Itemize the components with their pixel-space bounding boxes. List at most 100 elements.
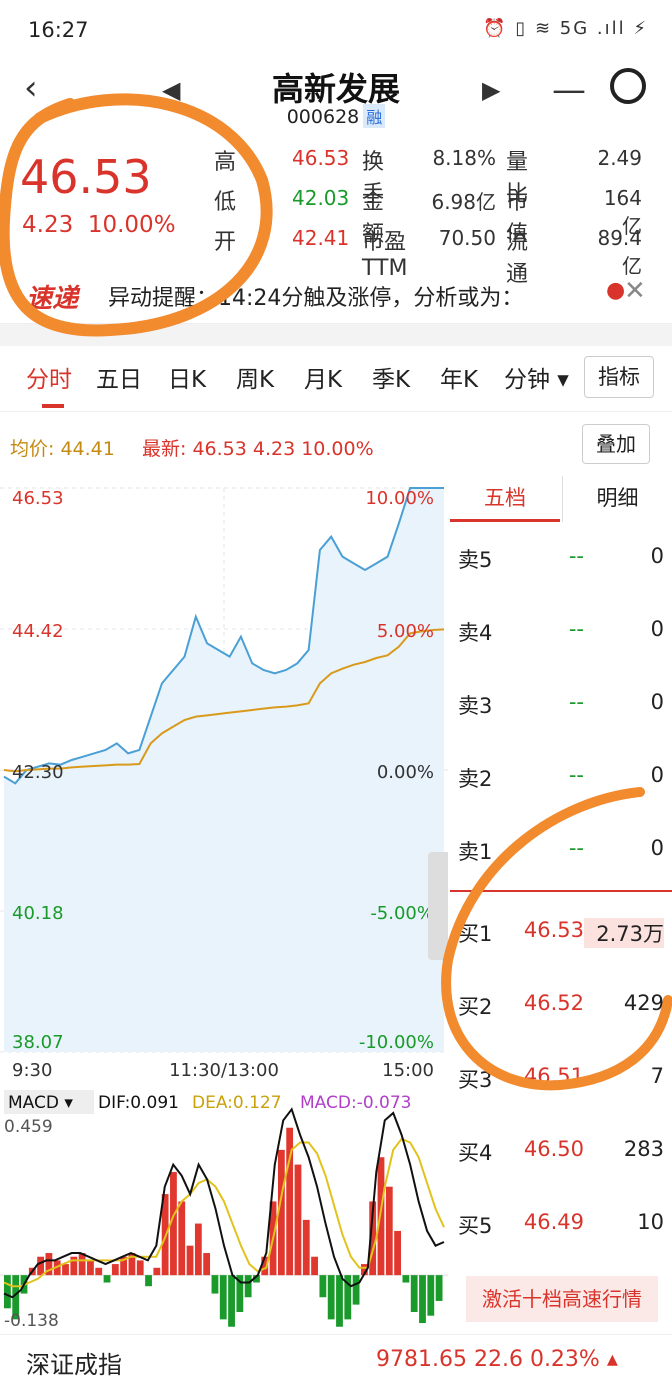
y-tick-left: 42.30 bbox=[12, 762, 64, 783]
x-tick: 9:30 bbox=[12, 1060, 52, 1081]
macd-bar bbox=[352, 1275, 360, 1305]
alert-dot-icon: ● bbox=[606, 278, 626, 303]
macd-bar bbox=[327, 1275, 335, 1320]
stat-value: 42.03 bbox=[292, 186, 350, 210]
macd-bar bbox=[311, 1256, 318, 1276]
index-name: 深证成指 bbox=[26, 1351, 122, 1379]
level-label: 卖2 bbox=[458, 767, 493, 791]
macd-bar bbox=[203, 1253, 211, 1276]
level-label: 买1 bbox=[458, 922, 493, 946]
macd-bar bbox=[336, 1275, 343, 1327]
macd-macd-value: MACD:-0.073 bbox=[300, 1093, 412, 1113]
tab-five-levels[interactable]: 五档 bbox=[450, 476, 560, 522]
tab-7[interactable]: 分钟 ▾ bbox=[504, 360, 569, 394]
macd-dea-value: DEA:0.127 bbox=[192, 1093, 282, 1113]
macd-bar bbox=[62, 1264, 69, 1276]
macd-bar bbox=[385, 1186, 393, 1276]
macd-bar bbox=[419, 1275, 426, 1324]
y-tick-left: 46.53 bbox=[12, 488, 64, 509]
stat-value: 2.49 bbox=[597, 146, 642, 170]
macd-bar bbox=[87, 1260, 94, 1276]
tab-6[interactable]: 年K bbox=[440, 360, 478, 394]
tab-details[interactable]: 明细 bbox=[562, 476, 672, 522]
macd-bar bbox=[103, 1275, 111, 1283]
y-tick-right: -5.00% bbox=[370, 903, 434, 924]
close-icon[interactable]: ✕ bbox=[624, 276, 646, 306]
level-label: 买3 bbox=[458, 1068, 493, 1092]
alert-text[interactable]: 异动提醒：14:24分触及涨停，分析或为： bbox=[108, 280, 523, 312]
y-tick-right: 5.00% bbox=[377, 621, 434, 642]
macd-selector: MACD ▾ bbox=[8, 1093, 73, 1113]
macd-bar bbox=[211, 1275, 219, 1294]
search-icon[interactable] bbox=[610, 68, 646, 104]
level-volume: 10 bbox=[637, 1210, 664, 1234]
level-volume: 2.73万 bbox=[584, 918, 664, 948]
ask-row[interactable]: 卖2 -- 0 bbox=[450, 741, 672, 813]
macd-bar bbox=[4, 1275, 11, 1309]
ask-row[interactable]: 卖1 -- 0 bbox=[450, 814, 672, 886]
level-price: 46.53 bbox=[523, 918, 584, 942]
level-label: 卖1 bbox=[458, 840, 493, 864]
macd-bar bbox=[186, 1245, 194, 1276]
overlay-button[interactable]: 叠加 bbox=[582, 424, 650, 464]
stat-label: 高 bbox=[214, 150, 237, 175]
indicator-button[interactable]: 指标 bbox=[584, 356, 654, 398]
macd-bar bbox=[145, 1275, 152, 1287]
macd-bottom-tick: -0.138 bbox=[4, 1311, 59, 1331]
x-tick: 15:00 bbox=[382, 1060, 434, 1081]
bid-row[interactable]: 买3 46.51 7 bbox=[450, 1042, 672, 1114]
bid-row[interactable]: 买4 46.50 283 bbox=[450, 1115, 672, 1187]
chart-summary: 均价: 44.41 最新: 46.53 4.23 10.00% bbox=[0, 420, 672, 470]
activate-level10-button[interactable]: 激活十档高速行情 bbox=[466, 1276, 658, 1322]
bid-row[interactable]: 买5 46.49 10 bbox=[450, 1188, 672, 1260]
x-tick: 11:30/13:00 bbox=[169, 1060, 279, 1081]
tab-3[interactable]: 周K bbox=[236, 360, 274, 394]
menu-icon[interactable]: — bbox=[552, 70, 586, 110]
stat-value: 8.18% bbox=[432, 146, 496, 170]
tab-5[interactable]: 季K bbox=[372, 360, 410, 394]
macd-bar bbox=[377, 1157, 385, 1276]
level-label: 买5 bbox=[458, 1214, 493, 1238]
level-price: -- bbox=[568, 544, 584, 568]
index-value: 9781.65 22.6 0.23% ▴ bbox=[376, 1347, 618, 1372]
bid-row[interactable]: 买1 46.53 2.73万 bbox=[450, 896, 672, 968]
price-change: 4.23 10.00% bbox=[22, 212, 176, 238]
next-stock-icon[interactable]: ▶ bbox=[482, 76, 500, 104]
current-price: 46.53 bbox=[20, 150, 152, 204]
quote-panel: 46.53 4.23 10.00% 高 46.53 换手 8.18% 量比 2.49 低 42… bbox=[0, 140, 672, 287]
macd-top-tick: 0.459 bbox=[4, 1117, 53, 1137]
level-price: 46.49 bbox=[523, 1210, 584, 1234]
level-volume: 7 bbox=[650, 1064, 664, 1088]
chart-tabs: 分时 五日 日K 周K 月K 季K 年K 分钟 ▾ 指标 bbox=[0, 346, 672, 412]
intraday-chart[interactable]: 46.53 44.42 42.30 40.18 38.07 10.00% 5.00% 0.00… bbox=[0, 476, 448, 1332]
stat-label: 开 bbox=[214, 230, 237, 255]
collapse-handle[interactable] bbox=[428, 852, 448, 960]
tab-4[interactable]: 月K bbox=[304, 360, 342, 394]
ask-row[interactable]: 卖3 -- 0 bbox=[450, 668, 672, 740]
level-price: -- bbox=[568, 617, 584, 641]
latest-price: 最新: 46.53 4.23 10.00% bbox=[142, 438, 374, 460]
ask-row[interactable]: 卖4 -- 0 bbox=[450, 595, 672, 667]
level-volume: 0 bbox=[650, 763, 664, 787]
average-price: 均价: 44.41 bbox=[10, 438, 115, 460]
level-volume: 0 bbox=[650, 544, 664, 568]
stat-value: 70.50 bbox=[438, 226, 496, 250]
bid-row[interactable]: 买2 46.52 429 bbox=[450, 969, 672, 1041]
tab-1[interactable]: 五日 bbox=[96, 360, 142, 394]
macd-bar bbox=[394, 1230, 401, 1276]
macd-bar bbox=[402, 1275, 410, 1283]
macd-bar bbox=[244, 1275, 252, 1298]
order-book: 五档 明细 卖5 -- 0 卖4 -- 0 卖3 -- 0 卖2 -- 0 卖1 -- 0 买1 46.53 2.… bbox=[450, 476, 672, 1332]
tab-2[interactable]: 日K bbox=[168, 360, 206, 394]
alert-banner[interactable]: 速递 异动提醒：14:24分触及涨停，分析或为： ● ✕ bbox=[0, 262, 672, 324]
tab-0[interactable]: 分时 bbox=[26, 360, 72, 394]
level-price: -- bbox=[568, 690, 584, 714]
level-volume: 429 bbox=[623, 991, 664, 1015]
header: ‹ ◀ 高新发展 000628 融 ▶ — bbox=[0, 62, 672, 132]
status-bar: 16:27 ⏰ ▯ ≋ 5G .ıll ⚡ bbox=[0, 0, 672, 62]
macd-bar bbox=[427, 1275, 435, 1316]
macd-bar bbox=[302, 1219, 310, 1276]
stock-code-text: 000628 bbox=[286, 106, 360, 128]
ask-row[interactable]: 卖5 -- 0 bbox=[450, 522, 672, 594]
index-ticker[interactable]: 深证成指 9781.65 22.6 0.23% ▴ bbox=[0, 1334, 672, 1388]
